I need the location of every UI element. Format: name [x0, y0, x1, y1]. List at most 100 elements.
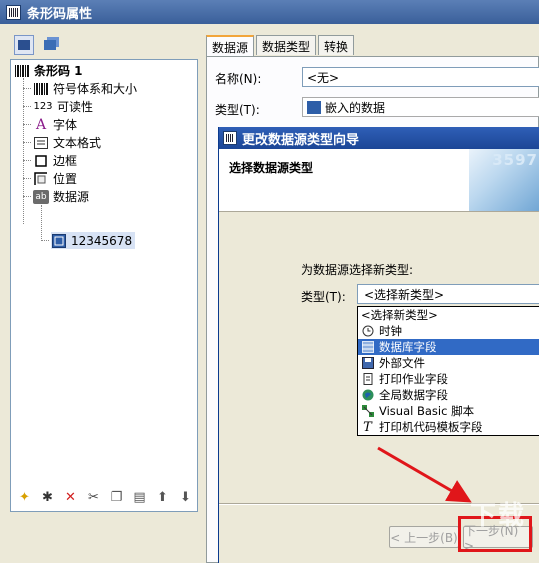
type-value: 嵌入的数据 — [325, 100, 386, 115]
barcode-app-icon — [223, 131, 237, 145]
tab-data-source[interactable]: 数据源 — [206, 35, 255, 57]
option-global-data-field[interactable]: 全局数据字段 — [358, 387, 539, 403]
readability-icon: 123 — [33, 101, 53, 112]
clock-icon — [361, 325, 374, 338]
watermark-text: 下载 — [470, 501, 527, 531]
tree-connector — [41, 240, 49, 241]
cut-icon[interactable]: ✂ — [85, 489, 102, 506]
option-label: <选择新类型> — [361, 308, 438, 322]
copy-icon[interactable]: ❐ — [108, 489, 125, 506]
option-label: 打印作业字段 — [379, 372, 448, 386]
print-job-icon — [361, 373, 374, 386]
name-field[interactable]: <无> — [302, 67, 539, 87]
name-value: <无> — [307, 70, 340, 85]
tree-connector — [23, 178, 31, 179]
tree-item-font[interactable]: A 字体 — [33, 116, 77, 133]
tab-strip: 数据源 数据类型 转换 — [206, 35, 356, 57]
tree-item-data-source[interactable]: ab 数据源 — [33, 188, 89, 205]
wizard-prompt: 为数据源选择新类型: — [301, 263, 414, 277]
tree-item-position[interactable]: 位置 — [33, 170, 77, 187]
option-external-file[interactable]: 外部文件 — [358, 355, 539, 371]
header-decoration: 3597 — [469, 149, 539, 211]
tree-item-barcode-root[interactable]: 条形码 1 — [14, 62, 83, 79]
option-label: Visual Basic 脚本 — [379, 404, 475, 418]
option-label: 时钟 — [379, 324, 402, 338]
data-icon — [51, 233, 67, 248]
tree-item-label: 12345678 — [71, 233, 133, 248]
tree-item-border[interactable]: 边框 — [33, 152, 77, 169]
tree-item-symbology[interactable]: 符号体系和大小 — [33, 80, 137, 97]
database-icon — [361, 341, 374, 354]
tree-item-label: 数据源 — [53, 190, 90, 204]
tree-item-label: 符号体系和大小 — [53, 82, 138, 96]
wand-icon[interactable]: ✱ — [39, 489, 56, 506]
wizard-header: 选择数据源类型 3597 — [219, 149, 539, 212]
annotation-arrow — [377, 446, 472, 503]
tab-transform[interactable]: 转换 — [318, 35, 355, 55]
tree-item-label: 字体 — [53, 118, 78, 132]
border-icon — [33, 154, 49, 168]
tree-branch-line — [23, 78, 24, 224]
option-clock[interactable]: 时钟 — [358, 323, 539, 339]
option-select-new-type[interactable]: <选择新类型> — [358, 307, 539, 323]
window-titlebar: 条形码属性 — [0, 0, 539, 24]
type-label: 类型(T): — [215, 103, 260, 117]
property-tree: 条形码 1 符号体系和大小 123 可读性 A 字体 文本格式 边框 位置 ab… — [10, 59, 198, 512]
tree-connector — [23, 196, 31, 197]
option-database-field[interactable]: 数据库字段 — [358, 339, 539, 355]
globe-icon — [361, 389, 374, 402]
new-type-dropdown-list: <选择新类型> 时钟 数据库字段 外部文件 打印作业字段 全局数据字段 Visu… — [357, 306, 539, 436]
back-button[interactable]: < 上一步(B) — [389, 526, 459, 548]
wizard-title: 更改数据源类型向导 — [242, 132, 360, 148]
up-arrow-icon[interactable]: ⬆ — [154, 489, 171, 506]
position-icon — [33, 171, 49, 186]
option-label: 数据库字段 — [379, 340, 437, 354]
down-arrow-icon[interactable]: ⬇ — [177, 489, 194, 506]
tree-item-label: 可读性 — [57, 100, 94, 114]
new-type-select-value: <选择新类型> — [364, 287, 445, 302]
barcode-icon — [14, 64, 30, 78]
tree-item-label: 条形码 1 — [34, 64, 83, 78]
text-format-icon — [33, 136, 49, 150]
wizard-titlebar: 更改数据源类型向导 — [219, 127, 539, 149]
tree-item-text-format[interactable]: 文本格式 — [33, 134, 101, 151]
option-label: 全局数据字段 — [379, 388, 448, 402]
tree-item-label: 文本格式 — [53, 136, 102, 150]
data-source-icon: ab — [33, 189, 49, 204]
tree-connector — [23, 124, 31, 125]
printer-code-icon: T — [363, 419, 372, 435]
new-icon[interactable]: ✦ — [16, 489, 33, 506]
type-field[interactable]: 嵌入的数据 — [302, 97, 539, 117]
paste-icon[interactable]: ▤ — [131, 489, 148, 506]
barcode-app-icon — [6, 4, 21, 20]
header-deco-text: 3597 — [492, 151, 538, 169]
left-bottom-toolbar: ✦ ✱ ✕ ✂ ❐ ▤ ⬆ ⬇ — [10, 486, 198, 508]
layers-icon[interactable] — [40, 35, 60, 55]
tab-data-type[interactable]: 数据类型 — [256, 35, 317, 55]
option-print-job-field[interactable]: 打印作业字段 — [358, 371, 539, 387]
tree-item-label: 位置 — [53, 172, 78, 186]
wizard-type-label: 类型(T): — [301, 290, 346, 304]
tree-connector — [23, 106, 31, 107]
name-label: 名称(N): — [215, 72, 262, 86]
left-panel: 条形码 1 符号体系和大小 123 可读性 A 字体 文本格式 边框 位置 ab… — [10, 33, 198, 513]
tree-connector — [23, 88, 31, 89]
tree-connector — [23, 142, 31, 143]
delete-icon[interactable]: ✕ — [62, 489, 79, 506]
tree-item-readability[interactable]: 123 可读性 — [33, 98, 93, 115]
wizard-header-title: 选择数据源类型 — [229, 161, 314, 175]
new-type-select[interactable]: <选择新类型> — [357, 284, 539, 304]
structure-icon[interactable] — [14, 35, 34, 55]
barcode-bars-icon — [33, 82, 49, 96]
vb-script-icon — [361, 405, 374, 418]
font-icon: A — [35, 116, 47, 133]
tree-connector — [23, 160, 31, 161]
tree-branch-line — [41, 205, 42, 241]
option-vb-script[interactable]: Visual Basic 脚本 — [358, 403, 539, 419]
option-label: 打印机代码模板字段 — [379, 420, 483, 434]
option-label: 外部文件 — [379, 356, 425, 370]
tree-item-data-value[interactable]: 12345678 — [51, 232, 136, 249]
left-toolbar — [10, 33, 198, 57]
embedded-data-icon — [307, 100, 321, 114]
option-printer-code-template[interactable]: T 打印机代码模板字段 — [358, 419, 539, 435]
